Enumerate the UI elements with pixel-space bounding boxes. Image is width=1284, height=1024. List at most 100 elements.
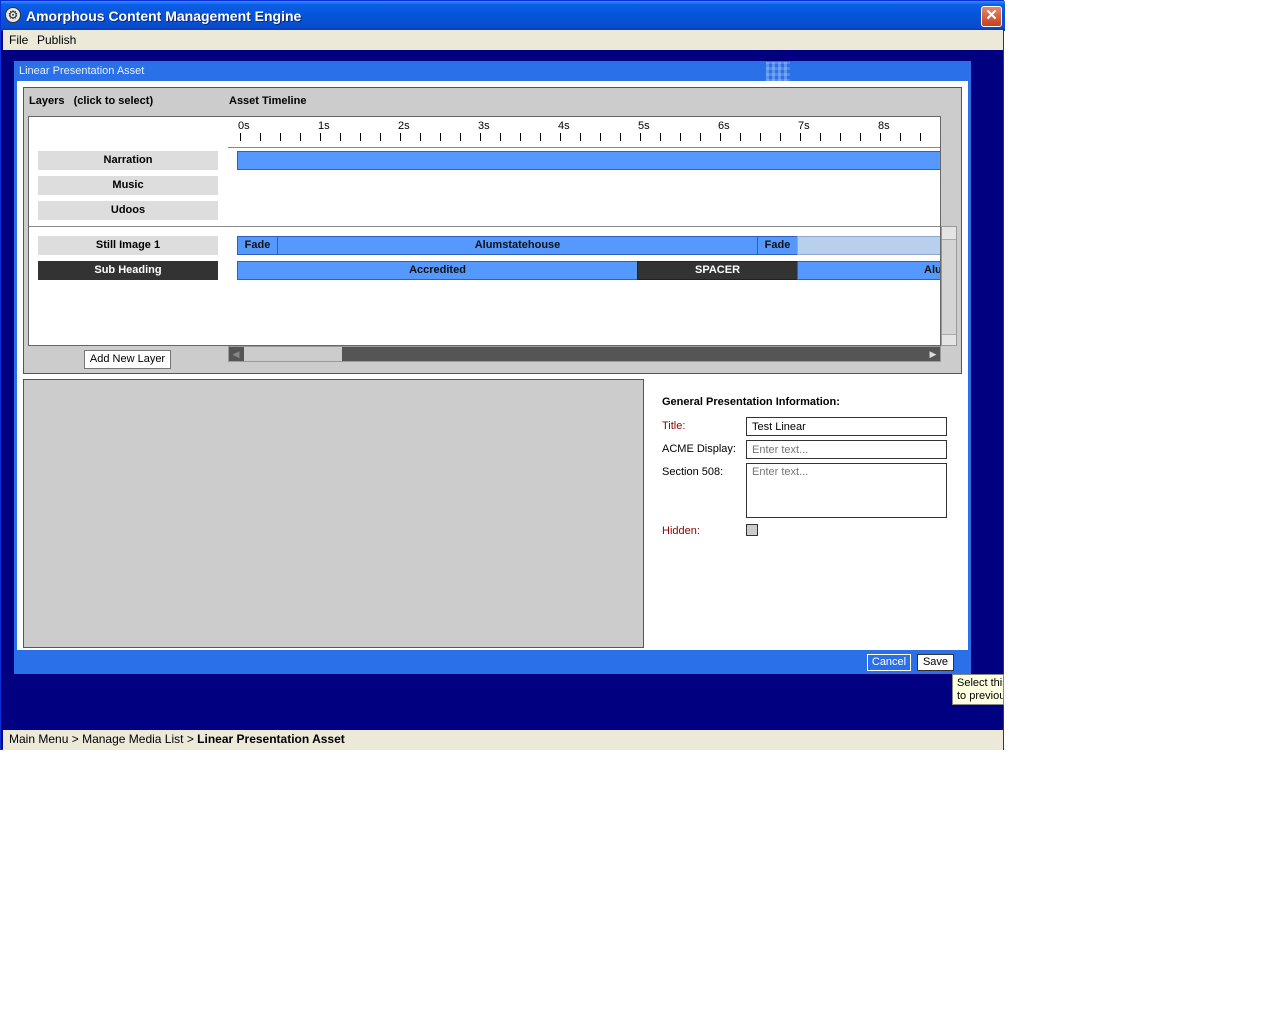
- still-clip-alumstatehouse[interactable]: Alumstatehouse: [277, 236, 758, 255]
- ruler-label: 7s: [798, 120, 810, 132]
- ruler-tick: [520, 133, 521, 141]
- ruler-tick: [680, 133, 681, 141]
- breadcrumb-current: Linear Presentation Asset: [197, 732, 345, 746]
- ruler-tick: [780, 133, 781, 141]
- ruler-tick: [560, 133, 561, 141]
- layers-header: Layers (click to select): [29, 95, 154, 107]
- app-gear-icon: ⚙: [5, 7, 21, 23]
- tooltip-line-1: Select this: [957, 677, 1004, 689]
- still-clip-next[interactable]: [797, 236, 940, 255]
- section-508-field[interactable]: [746, 463, 947, 518]
- menu-file[interactable]: File: [9, 33, 28, 47]
- close-button[interactable]: ✕: [981, 6, 1002, 27]
- menu-publish[interactable]: Publish: [37, 33, 76, 47]
- hidden-checkbox[interactable]: [746, 524, 758, 536]
- app-window: ⚙ Amorphous Content Management Engine ✕ …: [0, 0, 1005, 750]
- ruler-tick: [660, 133, 661, 141]
- timeline-panel: Layers (click to select) Asset Timeline …: [23, 87, 962, 374]
- ruler-tick: [800, 133, 801, 141]
- ruler-tick: [640, 133, 641, 141]
- ruler-tick: [700, 133, 701, 141]
- ruler-tick: [840, 133, 841, 141]
- title-label: Title:: [662, 420, 686, 432]
- breadcrumb-manage-media[interactable]: Manage Media List: [82, 732, 183, 746]
- layer-divider: [29, 226, 228, 227]
- ruler-tick: [260, 133, 261, 141]
- ruler-tick: [620, 133, 621, 141]
- breadcrumb-separator: >: [71, 732, 79, 746]
- ruler-tick: [920, 133, 921, 141]
- ruler-tick: [460, 133, 461, 141]
- scroll-right-icon[interactable]: ▶: [926, 347, 940, 361]
- timeline-vertical-scrollbar[interactable]: [941, 226, 957, 346]
- ruler-tick: [300, 133, 301, 141]
- narration-clip[interactable]: [237, 151, 940, 170]
- ruler-label: 2s: [398, 120, 410, 132]
- track-divider: [228, 226, 940, 227]
- ruler-tick: [380, 133, 381, 141]
- ruler-tick: [860, 133, 861, 141]
- ruler-tick: [280, 133, 281, 141]
- ruler-tick: [240, 133, 241, 141]
- ruler-label: 3s: [478, 120, 490, 132]
- still-fade-out[interactable]: Fade: [757, 236, 798, 255]
- ruler-tick: [540, 133, 541, 141]
- save-tooltip: Select this to previou: [952, 674, 1004, 705]
- ruler-label: 6s: [718, 120, 730, 132]
- ruler-label: 8s: [878, 120, 890, 132]
- layer-still-image-1[interactable]: Still Image 1: [38, 236, 218, 255]
- breadcrumb: Main Menu > Manage Media List > Linear P…: [3, 730, 1003, 750]
- layer-sub-heading[interactable]: Sub Heading: [38, 261, 218, 280]
- layer-music[interactable]: Music: [38, 176, 218, 195]
- timeline-area: 0s 1s 2s 3s 4s 5s 6s 7s 8s Fade Alumstatehouse F…: [228, 116, 941, 346]
- sub-clip-spacer[interactable]: SPACER: [637, 261, 798, 280]
- ruler-tick: [600, 133, 601, 141]
- ruler-tick: [320, 133, 321, 141]
- close-icon: ✕: [985, 7, 998, 24]
- ruler-tick: [360, 133, 361, 141]
- ruler-label: 5s: [638, 120, 650, 132]
- layer-udoos[interactable]: Udoos: [38, 201, 218, 220]
- dialog-body: Layers (click to select) Asset Timeline …: [17, 81, 968, 650]
- ruler-tick: [720, 133, 721, 141]
- still-fade-in[interactable]: Fade: [237, 236, 278, 255]
- title-field[interactable]: [746, 417, 947, 436]
- breadcrumb-separator: >: [186, 732, 194, 746]
- layer-narration[interactable]: Narration: [38, 151, 218, 170]
- linear-presentation-dialog: Linear Presentation Asset Layers (click …: [14, 61, 971, 674]
- scroll-left-icon[interactable]: ◀: [229, 347, 243, 361]
- dialog-title: Linear Presentation Asset: [19, 65, 145, 77]
- save-button[interactable]: Save: [917, 654, 954, 671]
- title-bar: ⚙ Amorphous Content Management Engine ✕: [1, 1, 1005, 31]
- vscroll-thumb[interactable]: [942, 239, 956, 335]
- ruler-tick: [580, 133, 581, 141]
- ruler-tick: [740, 133, 741, 141]
- tooltip-line-2: to previou: [957, 690, 1004, 702]
- timeline-header: Asset Timeline: [229, 95, 307, 107]
- add-new-layer-button[interactable]: Add New Layer: [84, 350, 171, 369]
- ruler-tick: [400, 133, 401, 141]
- sub-clip-accredited[interactable]: Accredited: [237, 261, 638, 280]
- acme-display-label: ACME Display:: [662, 443, 736, 455]
- timeline-horizontal-scrollbar[interactable]: ◀ ▶: [228, 346, 941, 362]
- ruler-tick: [820, 133, 821, 141]
- ruler-tick: [340, 133, 341, 141]
- cancel-button[interactable]: Cancel: [867, 654, 911, 671]
- dialog-decoration: [766, 62, 790, 82]
- ruler-tick: [760, 133, 761, 141]
- ruler-label: 0s: [238, 120, 250, 132]
- hscroll-thumb[interactable]: [244, 347, 342, 361]
- sub-clip-alu[interactable]: Alu: [797, 261, 940, 280]
- ruler-tick: [900, 133, 901, 141]
- breadcrumb-main-menu[interactable]: Main Menu: [9, 732, 68, 746]
- hidden-label: Hidden:: [662, 525, 700, 537]
- acme-display-field[interactable]: [746, 440, 947, 459]
- ruler-tick: [420, 133, 421, 141]
- ruler-tick: [440, 133, 441, 141]
- ruler-tick: [480, 133, 481, 141]
- preview-area: [23, 379, 644, 648]
- section-508-label: Section 508:: [662, 466, 724, 478]
- ruler-tick: [880, 133, 881, 141]
- ruler-tick: [500, 133, 501, 141]
- time-ruler: 0s 1s 2s 3s 4s 5s 6s 7s 8s: [228, 117, 940, 148]
